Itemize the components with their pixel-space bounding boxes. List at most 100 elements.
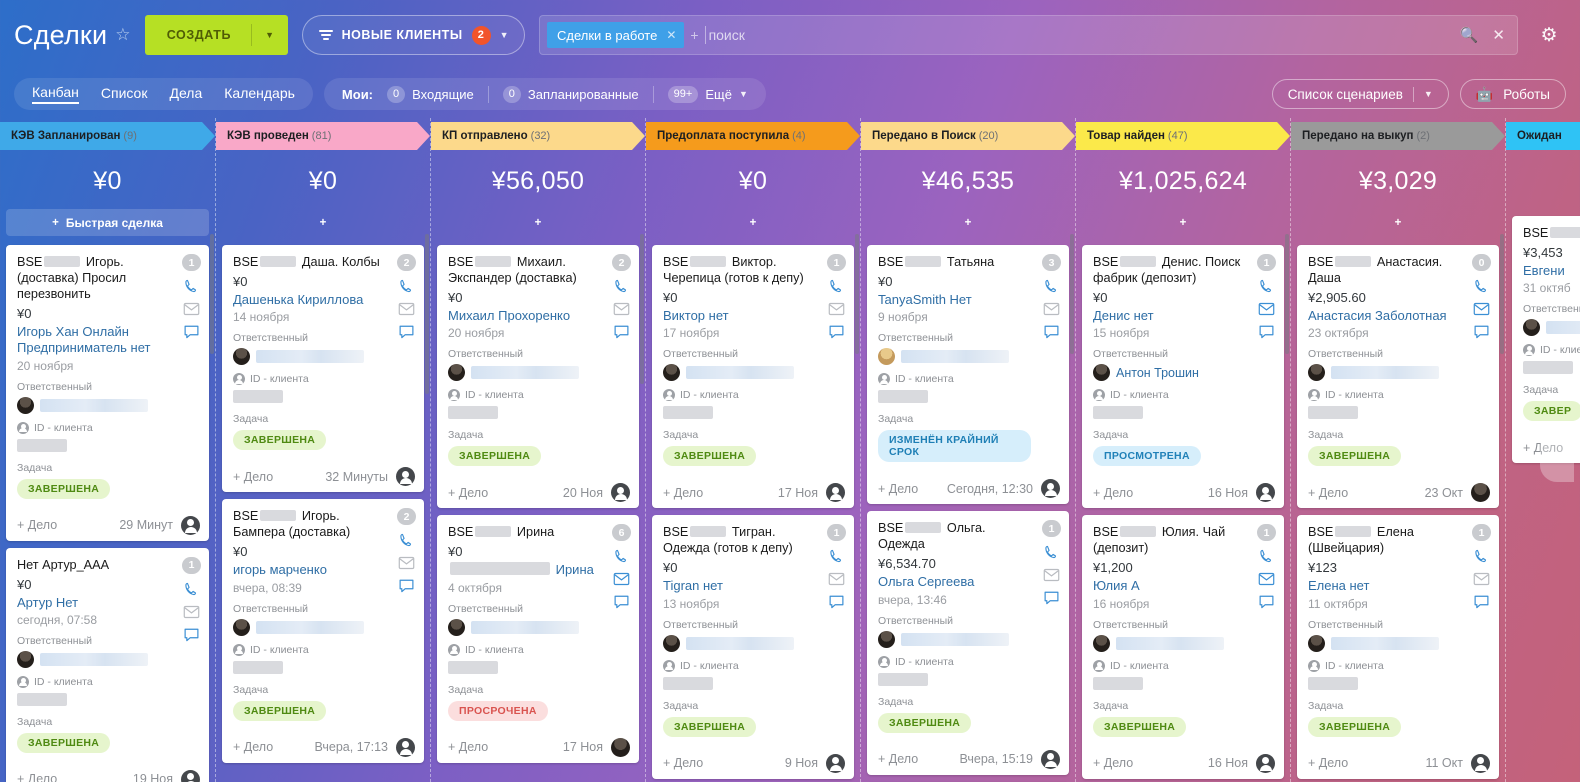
- phone-icon[interactable]: [1473, 548, 1490, 564]
- phone-icon[interactable]: [828, 278, 845, 294]
- avatar[interactable]: [826, 753, 845, 773]
- create-button[interactable]: СОЗДАТЬ ▼: [144, 15, 288, 55]
- deal-card[interactable]: BSE ¥3,453 Евгени 31 октяб Ответственный ID …: [1512, 216, 1580, 464]
- email-icon[interactable]: [1043, 567, 1060, 583]
- settings-gear-icon[interactable]: ⚙: [1532, 18, 1566, 52]
- avatar[interactable]: [1256, 753, 1275, 773]
- column-header[interactable]: КП отправлено (32): [431, 122, 645, 150]
- deal-card[interactable]: 1 BSE Игорь. (доставка) Просил перезвонит…: [6, 245, 209, 541]
- chat-icon[interactable]: [183, 324, 200, 340]
- counter-incoming[interactable]: 0 Входящие: [387, 85, 474, 103]
- phone-icon[interactable]: [1473, 278, 1490, 294]
- robots-button[interactable]: 🤖 Роботы: [1459, 79, 1566, 109]
- column-scrollbar[interactable]: [1285, 234, 1289, 354]
- add-activity-button[interactable]: + Дело: [17, 772, 57, 782]
- column-scrollbar[interactable]: [425, 234, 429, 394]
- add-activity-button[interactable]: + Дело: [1308, 756, 1348, 770]
- add-activity-button[interactable]: + Дело: [878, 482, 918, 496]
- deal-card[interactable]: 2 BSE Даша. Колбы ¥0 Дашенька Кириллова 14 н…: [222, 245, 424, 493]
- email-icon[interactable]: [1473, 571, 1490, 587]
- phone-icon[interactable]: [1043, 278, 1060, 294]
- kanban-column[interactable]: Передано в Поиск (20) ¥46,535 +3 BSE Татьяна…: [860, 118, 1075, 782]
- avatar[interactable]: [396, 467, 415, 487]
- phone-icon[interactable]: [1043, 544, 1060, 560]
- avatar[interactable]: [826, 483, 845, 503]
- column-add-deal-button[interactable]: +: [437, 209, 639, 236]
- column-header[interactable]: Предоплата поступила (4): [646, 122, 860, 150]
- deal-card[interactable]: 1 BSE Юлия. Чай (депозит) ¥1,200 Юлия А 16 н…: [1082, 515, 1284, 779]
- chat-icon[interactable]: [1043, 324, 1060, 340]
- close-icon[interactable]: ✕: [666, 28, 676, 42]
- add-activity-button[interactable]: + Дело: [17, 518, 57, 532]
- column-add-deal-button[interactable]: +: [1512, 180, 1580, 207]
- email-icon[interactable]: [613, 571, 630, 587]
- chat-icon[interactable]: [398, 324, 415, 340]
- avatar[interactable]: [1041, 749, 1060, 769]
- add-activity-button[interactable]: + Дело: [1308, 486, 1348, 500]
- add-activity-button[interactable]: + Дело: [878, 752, 918, 766]
- add-activity-button[interactable]: + Дело: [1093, 486, 1133, 500]
- filter-new-clients-button[interactable]: НОВЫЕ КЛИЕНТЫ 2 ▼: [301, 15, 525, 55]
- add-activity-button[interactable]: + Дело: [448, 486, 488, 500]
- column-add-deal-button[interactable]: +: [1297, 209, 1499, 236]
- email-icon[interactable]: [828, 571, 845, 587]
- kanban-board[interactable]: КЭВ Запланирован (9) ¥0 + Быстрая сделка 1 BSE…: [0, 118, 1580, 782]
- column-add-deal-button[interactable]: +: [652, 209, 854, 236]
- deal-card[interactable]: 2 BSE Игорь. Бампера (доставка) ¥0 игорь ма…: [222, 499, 424, 763]
- kanban-column[interactable]: Передано на выкуп (2) ¥3,029 +0 BSE Анастаси…: [1290, 118, 1505, 782]
- responsible-name[interactable]: Антон Трошин: [1116, 366, 1199, 380]
- avatar[interactable]: [1471, 753, 1490, 773]
- column-header[interactable]: КЭВ Запланирован (9): [0, 122, 215, 150]
- tab-calendar[interactable]: Календарь: [224, 85, 295, 103]
- avatar[interactable]: [396, 737, 415, 757]
- add-activity-button[interactable]: + Дело: [663, 486, 703, 500]
- scenarios-button[interactable]: Список сценариев ▼: [1271, 79, 1449, 109]
- email-icon[interactable]: [1473, 301, 1490, 317]
- chat-icon[interactable]: [613, 324, 630, 340]
- phone-icon[interactable]: [398, 532, 415, 548]
- chevron-down-icon[interactable]: ▼: [739, 89, 748, 99]
- kanban-column[interactable]: КЭВ Запланирован (9) ¥0 + Быстрая сделка 1 BSE…: [0, 118, 215, 782]
- chat-icon[interactable]: [613, 594, 630, 610]
- chat-icon[interactable]: [1473, 324, 1490, 340]
- avatar[interactable]: [611, 737, 630, 757]
- add-activity-button[interactable]: + Дело: [233, 740, 273, 754]
- chevron-down-icon[interactable]: ▼: [252, 30, 288, 40]
- phone-icon[interactable]: [1258, 548, 1275, 564]
- chevron-down-icon[interactable]: ▼: [1424, 89, 1433, 99]
- avatar[interactable]: [181, 515, 200, 535]
- column-scrollbar[interactable]: [855, 234, 859, 354]
- column-add-deal-button[interactable]: +: [222, 209, 424, 236]
- deal-card[interactable]: 1 BSE Ольга. Одежда ¥6,534.70 Ольга Сергеев…: [867, 511, 1069, 775]
- next-page-button[interactable]: ›: [1540, 428, 1574, 482]
- column-scrollbar[interactable]: [210, 234, 214, 354]
- search-input[interactable]: [704, 26, 1450, 44]
- chat-icon[interactable]: [1258, 594, 1275, 610]
- phone-icon[interactable]: [613, 548, 630, 564]
- deal-card[interactable]: 2 BSE Михаил. Экспандер (доставка) ¥0 Михаи…: [437, 245, 639, 509]
- chevron-down-icon[interactable]: ▼: [500, 30, 509, 40]
- column-add-deal-button[interactable]: + Быстрая сделка: [6, 209, 209, 236]
- deal-card[interactable]: 1 BSE Тигран. Одежда (готов к депу) ¥0 Tigr…: [652, 515, 854, 779]
- phone-icon[interactable]: [183, 581, 200, 597]
- avatar[interactable]: [181, 769, 200, 782]
- deal-card[interactable]: 3 BSE Татьяна ¥0 TanyaSmith Нет 9 ноября Отве…: [867, 245, 1069, 505]
- column-header[interactable]: Передано в Поиск (20): [861, 122, 1075, 150]
- tab-list[interactable]: Список: [101, 85, 148, 103]
- search-bar[interactable]: Сделки в работе ✕ + 🔍 ✕: [538, 15, 1518, 55]
- tab-kanban[interactable]: Канбан: [32, 84, 79, 104]
- avatar[interactable]: [1256, 483, 1275, 503]
- column-add-deal-button[interactable]: +: [867, 209, 1069, 236]
- kanban-column[interactable]: КЭВ проведен (81) ¥0 +2 BSE Даша. Колбы ¥0 Даш…: [215, 118, 430, 782]
- kanban-column[interactable]: Товар найден (47) ¥1,025,624 +1 BSE Денис. П…: [1075, 118, 1290, 782]
- email-icon[interactable]: [828, 301, 845, 317]
- chat-icon[interactable]: [828, 324, 845, 340]
- chat-icon[interactable]: [1473, 594, 1490, 610]
- column-header[interactable]: Ожидан: [1506, 122, 1580, 150]
- column-scrollbar[interactable]: [1070, 234, 1074, 354]
- avatar[interactable]: [611, 483, 630, 503]
- email-icon[interactable]: [1258, 301, 1275, 317]
- add-activity-button[interactable]: + Дело: [1093, 756, 1133, 770]
- add-activity-button[interactable]: + Дело: [448, 740, 488, 754]
- chat-icon[interactable]: [398, 578, 415, 594]
